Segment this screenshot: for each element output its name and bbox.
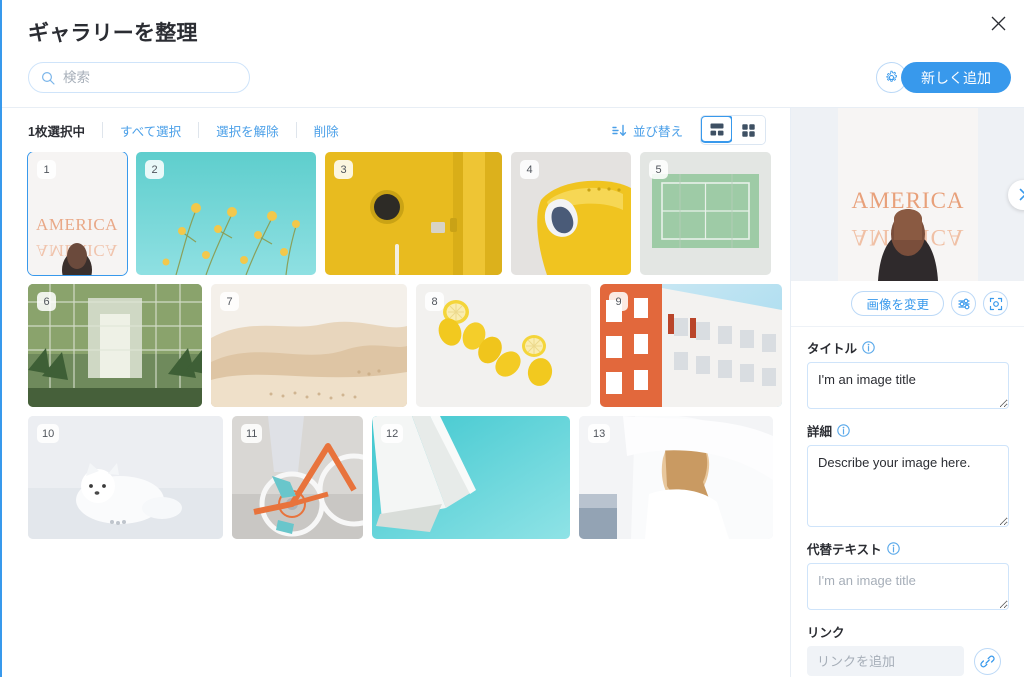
thumbnail-number: 4: [520, 160, 539, 179]
close-icon[interactable]: [985, 10, 1011, 36]
chevron-right-icon: [1019, 188, 1024, 201]
layout-rows-icon: [710, 123, 723, 135]
toolbar-right: 並び替え: [612, 115, 766, 145]
title-input[interactable]: [807, 362, 1009, 409]
dialog-body: 1枚選択中 すべて選択 選択を解除 削除 並び替え AMERICA 1 2 3 …: [2, 108, 1024, 677]
thumbnail-item[interactable]: 8: [416, 284, 591, 407]
gallery-toolbar: 1枚選択中 すべて選択 選択を解除 削除 並び替え: [2, 108, 790, 152]
organize-gallery-dialog: ギャラリーを整理 新しく追加 1枚選択中: [0, 0, 1024, 677]
info-icon: [862, 341, 875, 354]
link-row: [807, 646, 1008, 676]
search-input[interactable]: [63, 70, 237, 85]
divider: [295, 122, 297, 138]
thumbnail-number: 13: [588, 424, 611, 443]
focal-point-icon[interactable]: [983, 291, 1008, 316]
thumbnail-item[interactable]: 12: [372, 416, 570, 539]
view-button-grid[interactable]: [732, 116, 765, 144]
view-mode-group: [700, 115, 766, 145]
info-icon: [837, 424, 850, 437]
svg-text:AMERICA: AMERICA: [36, 215, 118, 234]
thumbnail-number: 10: [37, 424, 60, 443]
grid-row: AMERICA AMERICA 1: [27, 152, 771, 276]
alt-text-label-text: 代替テキスト: [807, 543, 882, 557]
thumbnail-item[interactable]: 3: [325, 152, 502, 275]
search-icon: [41, 71, 55, 85]
thumbnail-number: 2: [145, 160, 164, 179]
image-desert-dunes: [211, 284, 407, 407]
link-icon[interactable]: [974, 647, 1001, 675]
divider: [101, 122, 103, 138]
metadata-fields: タイトル 詳細: [791, 327, 1024, 677]
alt-text-input[interactable]: [807, 563, 1009, 610]
thumbnail-item[interactable]: 7: [211, 284, 407, 407]
thumbnail-number: 6: [37, 292, 56, 311]
thumbnail-item[interactable]: 5: [640, 152, 771, 275]
image-details-panel: AMERICA AMERICA 画像を変更: [790, 108, 1024, 677]
title-field-label: タイトル: [807, 338, 1008, 357]
description-label-text: 詳細: [807, 425, 833, 439]
page-title: ギャラリーを整理: [28, 22, 198, 45]
title-label-text: タイトル: [807, 342, 858, 356]
preview-image-america-sign: AMERICA AMERICA: [838, 108, 978, 281]
select-all-link[interactable]: すべて選択: [120, 121, 181, 140]
deselect-link[interactable]: 選択を解除: [216, 121, 279, 140]
delete-link[interactable]: 削除: [314, 121, 339, 140]
sort-button[interactable]: 並び替え: [612, 121, 683, 140]
thumbnail-number: 3: [334, 160, 353, 179]
description-field-label: 詳細: [807, 421, 1008, 440]
thumbnail-number: 7: [220, 292, 239, 311]
thumbnail-item[interactable]: 10: [28, 416, 223, 539]
link-field-label: リンク: [807, 622, 1008, 641]
alt-text-field-label: 代替テキスト: [807, 539, 1008, 558]
grid-row: 10 11 12 13: [28, 416, 773, 539]
image-preview: AMERICA AMERICA: [791, 108, 1024, 281]
info-icon: [886, 542, 900, 555]
thumbnail-grid: AMERICA AMERICA 1: [2, 152, 790, 677]
add-new-button[interactable]: 新しく追加: [901, 62, 1011, 93]
next-image-button[interactable]: [1008, 179, 1024, 210]
thumbnail-item[interactable]: 13: [579, 416, 773, 539]
thumbnail-number: 9: [609, 292, 628, 311]
thumbnail-item[interactable]: 4: [511, 152, 631, 275]
description-input[interactable]: [807, 445, 1009, 527]
thumbnail-number: 8: [425, 292, 444, 311]
thumbnail-item[interactable]: 2: [136, 152, 316, 275]
image-action-bar: 画像を変更: [791, 281, 1024, 327]
link-label-text: リンク: [807, 626, 845, 640]
sort-label: 並び替え: [632, 124, 683, 139]
thumbnail-number: 11: [241, 424, 263, 443]
view-button-rows[interactable]: [701, 116, 733, 143]
thumbnail-item[interactable]: AMERICA AMERICA 1: [27, 152, 128, 276]
thumbnail-item[interactable]: 9: [600, 284, 782, 407]
thumbnail-number: 1: [37, 160, 56, 179]
selection-status: 1枚選択中: [28, 124, 85, 139]
thumbnail-item[interactable]: 6: [28, 284, 202, 407]
thumbnail-number: 5: [649, 160, 668, 179]
sort-icon: [612, 124, 627, 136]
change-image-button[interactable]: 画像を変更: [851, 291, 944, 316]
gallery-pane: 1枚選択中 すべて選択 選択を解除 削除 並び替え AMERICA 1 2 3 …: [2, 108, 790, 677]
grid-row: 6 7 8 9: [28, 284, 782, 407]
thumbnail-item[interactable]: 11: [232, 416, 363, 539]
divider: [198, 122, 200, 138]
sliders-icon[interactable]: [951, 291, 976, 316]
search-box[interactable]: [28, 62, 250, 93]
link-input[interactable]: [807, 646, 964, 676]
dialog-header: ギャラリーを整理 新しく追加: [2, 0, 1024, 108]
layout-grid-icon: [742, 123, 755, 137]
thumbnail-number: 12: [381, 424, 404, 443]
